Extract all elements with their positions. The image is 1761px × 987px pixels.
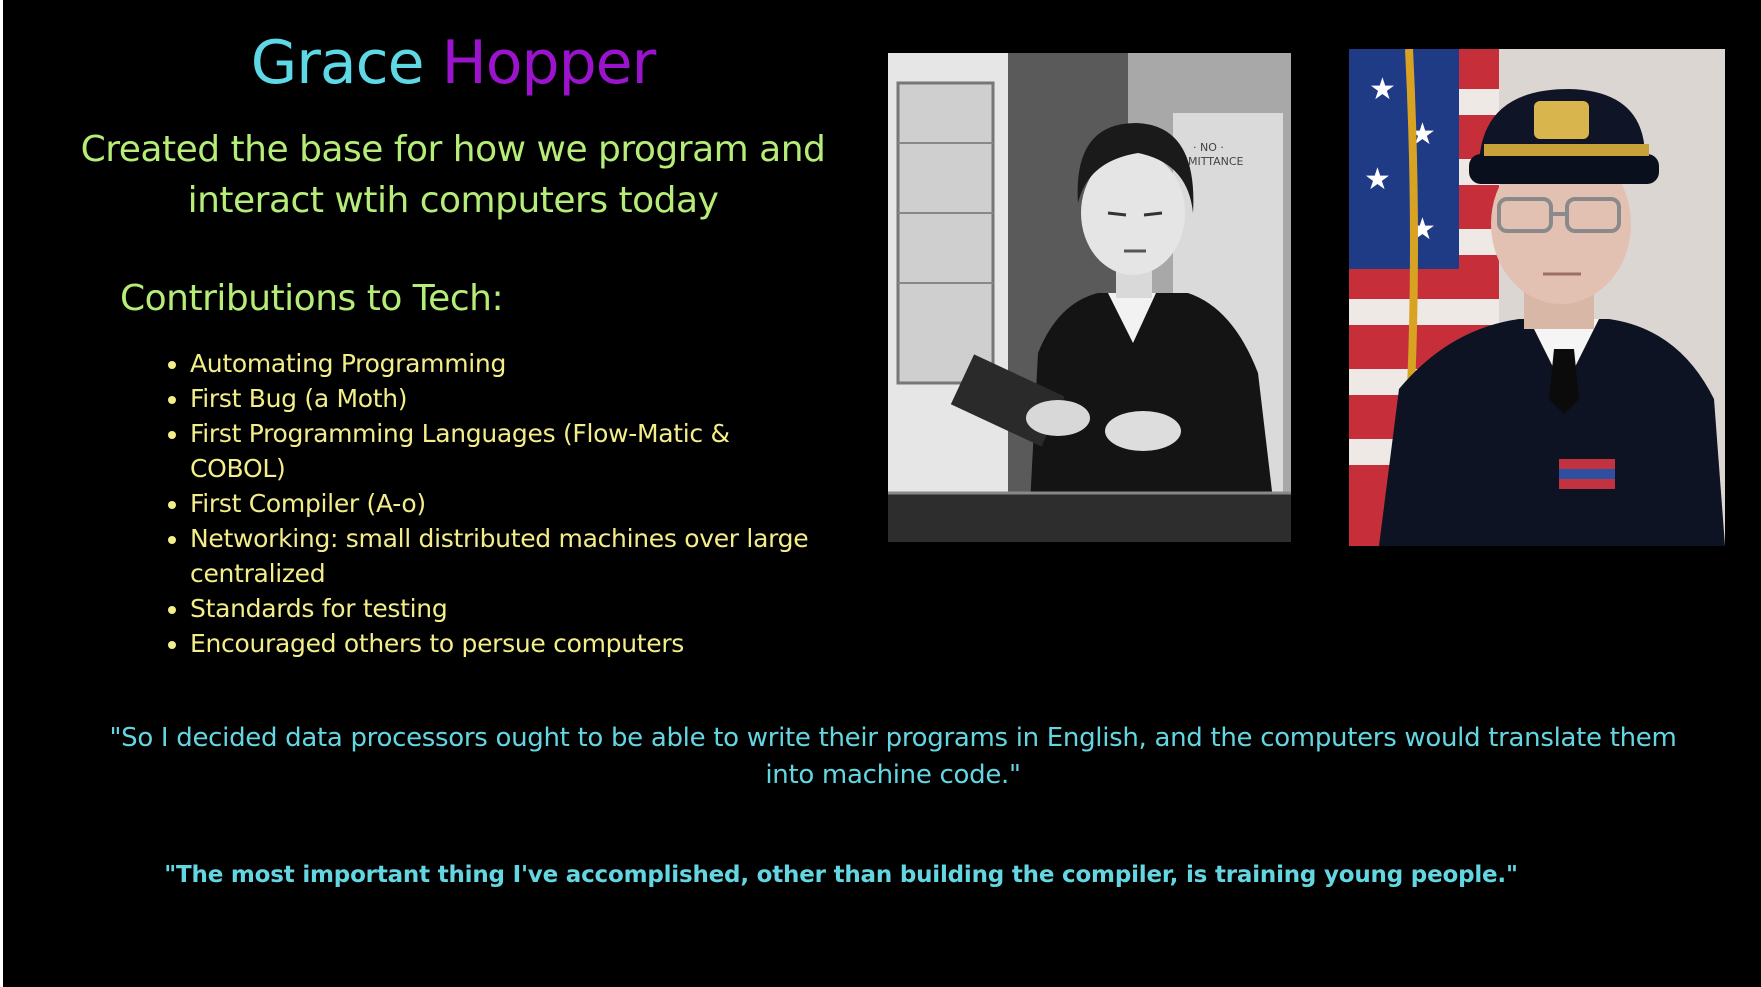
list-item: First Compiler (A-o) (143, 486, 823, 521)
slide-title: Grace Hopper (3, 28, 903, 98)
slide-subtitle: Created the base for how we program and … (80, 129, 826, 221)
svg-text:★: ★ (1364, 162, 1391, 197)
title-last-name: Hopper (441, 28, 657, 98)
slide: Grace Hopper Created the base for how we… (3, 0, 1761, 987)
quote-training-young-people: "The most important thing I've accomplis… (164, 862, 1518, 888)
young-grace-hopper-photo: · NO · MITTANCE (888, 53, 1291, 542)
quote-english-programs: "So I decided data processors ought to b… (109, 723, 1677, 790)
list-item: First Bug (a Moth) (143, 381, 823, 416)
list-item: Automating Programming (143, 346, 823, 381)
contributions-list: Automating Programming First Bug (a Moth… (143, 346, 823, 661)
admiral-grace-hopper-photo: ★ ★ ★ ★ (1349, 49, 1725, 546)
contributions-heading: Contributions to Tech: (120, 278, 504, 319)
list-item: Networking: small distributed machines o… (143, 521, 823, 591)
svg-text:★: ★ (1369, 72, 1396, 107)
list-item: Standards for testing (143, 591, 823, 626)
svg-text:· NO ·: · NO · (1193, 141, 1224, 154)
svg-text:MITTANCE: MITTANCE (1188, 155, 1244, 168)
list-item: Encouraged others to persue computers (143, 626, 823, 661)
title-first-name: Grace (250, 28, 425, 98)
list-item: First Programming Languages (Flow-Matic … (143, 416, 823, 486)
